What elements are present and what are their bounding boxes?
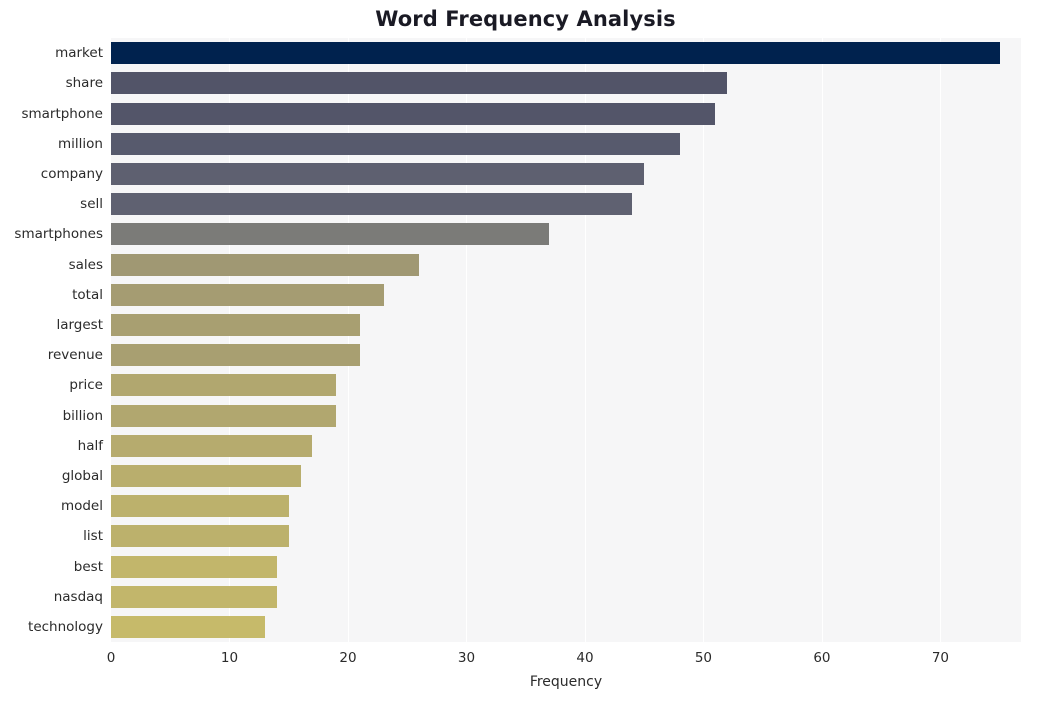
y-tick-label-market: market xyxy=(55,45,103,62)
y-tick-label-global: global xyxy=(61,467,103,484)
x-axis-title: Frequency xyxy=(529,674,603,690)
word-frequency-chart-figure: Word Frequency Analysis market share smart… xyxy=(0,0,1051,701)
y-tick-label-list: list xyxy=(83,528,103,545)
bar-smartphone[interactable] xyxy=(111,102,716,125)
y-axis-labels: market share smartphone million company sell s… xyxy=(0,38,103,642)
y-tick-label-share: share xyxy=(65,75,103,92)
x-tick-label-50: 50 xyxy=(694,650,713,666)
x-tick-label-0: 0 xyxy=(106,650,116,666)
y-tick-label-company: company xyxy=(40,165,103,182)
y-tick-label-total: total xyxy=(72,286,103,303)
x-tick-label-70: 70 xyxy=(931,650,950,666)
bar-technology[interactable] xyxy=(111,615,266,638)
y-tick-label-million: million xyxy=(58,135,103,152)
y-tick-label-smartphone: smartphone xyxy=(21,105,103,122)
x-axis-ticks: 0 10 20 30 40 50 60 70 xyxy=(0,642,1051,672)
bar-market[interactable] xyxy=(111,42,1000,65)
y-tick-label-sales: sales xyxy=(68,256,103,273)
x-tick-label-10: 10 xyxy=(220,650,239,666)
bar-global[interactable] xyxy=(111,464,301,487)
y-tick-label-largest: largest xyxy=(56,316,103,333)
y-tick-label-smartphones: smartphones xyxy=(14,226,103,243)
y-tick-label-technology: technology xyxy=(28,618,103,635)
bar-best[interactable] xyxy=(111,555,277,578)
bar-nasdaq[interactable] xyxy=(111,585,277,608)
bar-smartphones[interactable] xyxy=(111,223,550,246)
bar-half[interactable] xyxy=(111,434,313,457)
page-title: Word Frequency Analysis xyxy=(375,7,676,31)
x-tick-label-30: 30 xyxy=(457,650,476,666)
y-tick-label-model: model xyxy=(60,498,103,515)
bar-largest[interactable] xyxy=(111,313,360,336)
bar-sales[interactable] xyxy=(111,253,420,276)
bar-list[interactable] xyxy=(111,525,289,548)
y-tick-label-revenue: revenue xyxy=(47,347,103,364)
bars-container xyxy=(111,38,1021,642)
bar-model[interactable] xyxy=(111,495,289,518)
bar-million[interactable] xyxy=(111,132,680,155)
bar-revenue[interactable] xyxy=(111,344,360,367)
x-tick-label-40: 40 xyxy=(576,650,594,666)
bar-company[interactable] xyxy=(111,162,645,185)
y-tick-label-sell: sell xyxy=(80,196,103,213)
bar-price[interactable] xyxy=(111,374,337,397)
y-tick-label-nasdaq: nasdaq xyxy=(53,588,103,605)
plot-area xyxy=(111,38,1021,642)
bar-share[interactable] xyxy=(111,72,728,95)
bar-total[interactable] xyxy=(111,283,384,306)
y-tick-label-best: best xyxy=(73,558,103,575)
bar-billion[interactable] xyxy=(111,404,337,427)
x-tick-label-20: 20 xyxy=(339,650,357,666)
y-tick-label-billion: billion xyxy=(62,407,103,424)
y-tick-label-price: price xyxy=(69,377,103,394)
bar-sell[interactable] xyxy=(111,193,633,216)
x-tick-label-60: 60 xyxy=(813,650,831,666)
y-tick-label-half: half xyxy=(77,437,103,454)
